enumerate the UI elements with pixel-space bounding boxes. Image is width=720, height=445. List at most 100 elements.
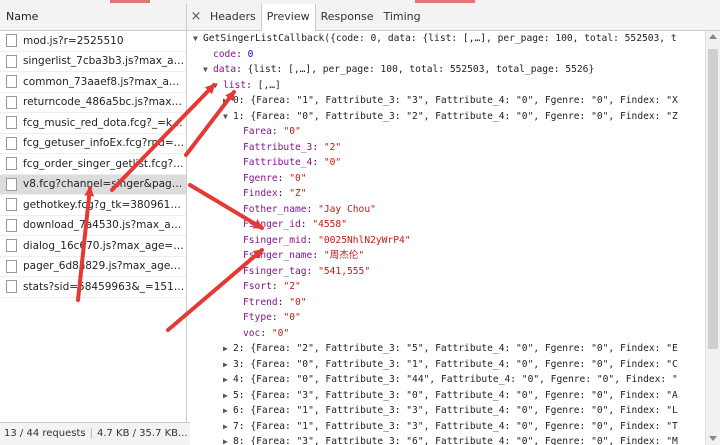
request-row[interactable]: pager_6d8a829.js?max_age=3... <box>0 257 186 277</box>
request-row[interactable]: dialog_16c670.js?max_age=3... <box>0 236 186 257</box>
json-item-line[interactable]: ▶ 7: {Farea: "1", Fattribute_3: "3", Fatt… <box>187 419 705 435</box>
json-item: 0: {Farea: "1", Fattribute_3: "3", Fattr… <box>233 95 678 106</box>
expanded-triangle-icon[interactable]: ▼ <box>203 62 213 78</box>
scroll-up-icon[interactable] <box>709 34 717 39</box>
json-root-line[interactable]: ▼ GetSingerListCallback({code: 0, data: {… <box>187 31 705 47</box>
json-item: 1: {Farea: "0", Fattribute_3: "2", Fattr… <box>233 110 678 122</box>
file-icon <box>6 259 17 273</box>
json-item: 3: {Farea: "0", Fattribute_3: "1", Fattr… <box>233 358 678 370</box>
status-bar: 13 / 44 requests | 4.7 KB / 35.7 KB... <box>0 422 190 445</box>
json-key: Fsinger_name <box>243 250 313 261</box>
file-icon <box>6 177 17 191</box>
json-item-line[interactable]: ▶ 4: {Farea: "0", Fattribute_3: "44", Fat… <box>187 372 705 388</box>
collapsed-triangle-icon[interactable]: ▶ <box>223 434 233 445</box>
json-key: Fattribute_4 <box>243 157 313 168</box>
scrollbar-thumb[interactable] <box>708 49 718 349</box>
json-key: Fattribute_3 <box>243 141 313 153</box>
collapsed-triangle-icon[interactable]: ▶ <box>223 341 233 357</box>
json-field: voc: "0" <box>243 327 290 339</box>
file-icon <box>6 280 17 294</box>
transfer-size: 4.7 KB / 35.7 KB... <box>96 428 188 439</box>
json-item-line[interactable]: ▶ 2: {Farea: "2", Fattribute_3: "5", Fatt… <box>187 341 705 357</box>
json-item-line[interactable]: ▶ 0: {Farea: "1", Fattribute_3: "3", Fatt… <box>187 93 705 109</box>
request-row-selected[interactable]: v8.fcg?channel=singer&page=... <box>0 174 186 195</box>
request-name: singerlist_7cba3b3.js?max_age... <box>23 55 186 68</box>
tab-timing[interactable]: Timing <box>378 4 425 30</box>
request-row[interactable]: returncode_486a5bc.js?max_a... <box>0 93 186 113</box>
file-icon <box>6 116 17 130</box>
request-name: common_73aaef8.js?max_age... <box>23 75 186 88</box>
json-value: "0" <box>271 327 290 339</box>
json-value: "Jay Chou" <box>318 203 376 215</box>
json-field: Fother_name: "Jay Chou" <box>243 203 376 215</box>
name-column-header[interactable]: Name <box>0 4 186 31</box>
collapsed-triangle-icon[interactable]: ▶ <box>223 93 233 109</box>
expanded-triangle-icon[interactable]: ▼ <box>223 109 233 125</box>
request-row[interactable]: stats?sid=58459963&_=15153... <box>0 277 186 298</box>
close-icon[interactable]: × <box>187 4 205 30</box>
json-field-group: Farea: "0" Fattribute_3: "2" Fattribute_… <box>187 124 705 341</box>
json-value: "周杰伦" <box>323 250 365 261</box>
request-row[interactable]: fcg_order_singer_getlist.fcg?ut... <box>0 154 186 175</box>
request-name: gethotkey.fcg?g_tk=38096105... <box>23 198 186 211</box>
request-row[interactable]: download_7a4530.js?max_ag... <box>0 216 186 236</box>
request-row[interactable]: common_73aaef8.js?max_age... <box>0 72 186 93</box>
json-root: GetSingerListCallback({code: 0, data: {l… <box>203 33 677 44</box>
json-data-line[interactable]: ▼ data: {list: [,…], per_page: 100, total… <box>187 62 705 78</box>
expanded-triangle-icon[interactable]: ▼ <box>193 31 203 47</box>
json-item-line[interactable]: ▶ 5: {Farea: "3", Fattribute_3: "0", Fatt… <box>187 388 705 404</box>
detail-tabbar: × Headers Preview Response Timing <box>187 4 720 31</box>
request-row[interactable]: singerlist_7cba3b3.js?max_age... <box>0 52 186 72</box>
tab-response[interactable]: Response <box>316 4 379 30</box>
json-key: Farea <box>243 126 272 137</box>
json-item-line[interactable]: ▼ 1: {Farea: "0", Fattribute_3: "2", Fatt… <box>187 109 705 125</box>
json-key: Fsort <box>243 281 272 292</box>
request-row[interactable]: fcg_music_red_dota.fcg?_=k=... <box>0 113 186 134</box>
json-item: 8: {Farea: "3", Fattribute_3: "6", Fattr… <box>233 436 678 445</box>
json-value: "Z" <box>289 188 307 199</box>
file-icon <box>6 218 17 232</box>
request-name: returncode_486a5bc.js?max_a... <box>23 96 186 109</box>
json-field: Ftype: "0" <box>243 312 301 323</box>
vertical-scrollbar[interactable] <box>705 31 720 445</box>
json-key: Findex <box>243 188 278 199</box>
collapsed-triangle-icon[interactable]: ▶ <box>223 372 233 388</box>
json-key: data <box>213 64 237 75</box>
json-key: Fgenre <box>243 172 278 184</box>
collapsed-triangle-icon[interactable]: ▶ <box>223 419 233 435</box>
json-field: Fsinger_mid: "0025NhlN2yWrP4" <box>243 234 411 246</box>
file-icon <box>6 54 17 68</box>
json-value: "0" <box>283 312 301 323</box>
json-key: list <box>223 79 247 91</box>
json-item-line[interactable]: ▶ 6: {Farea: "1", Fattribute_3: "3", Fatt… <box>187 403 705 419</box>
json-item: 5: {Farea: "3", Fattribute_3: "0", Fattr… <box>233 389 678 401</box>
request-name: fcg_music_red_dota.fcg?_=k=... <box>23 116 186 129</box>
file-icon <box>6 239 17 253</box>
tab-headers[interactable]: Headers <box>205 4 261 30</box>
expanded-triangle-icon[interactable]: ▼ <box>213 78 223 94</box>
json-value: "0" <box>283 126 301 137</box>
request-count: 13 / 44 requests <box>4 428 86 439</box>
json-item: 4: {Farea: "0", Fattribute_3: "44", Fatt… <box>233 374 678 385</box>
json-item-line[interactable]: ▶ 3: {Farea: "0", Fattribute_3: "1", Fatt… <box>187 357 705 373</box>
request-row[interactable]: fcg_getuser_infoEx.fcg?rnd=25... <box>0 134 186 154</box>
tab-preview[interactable]: Preview <box>260 4 316 31</box>
json-item-line[interactable]: ▶ 8: {Farea: "3", Fattribute_3: "6", Fatt… <box>187 434 705 445</box>
timeline-marker <box>110 0 150 3</box>
collapsed-triangle-icon[interactable]: ▶ <box>223 388 233 404</box>
scroll-down-icon[interactable] <box>709 436 717 441</box>
collapsed-triangle-icon[interactable]: ▶ <box>223 403 233 419</box>
file-icon <box>6 95 17 109</box>
json-key: Fsinger_tag <box>243 265 307 277</box>
json-value: "0" <box>289 296 307 308</box>
collapsed-triangle-icon[interactable]: ▶ <box>223 357 233 373</box>
json-key: Ftrend <box>243 296 278 308</box>
request-name: stats?sid=58459963&_=15153... <box>23 280 186 293</box>
request-name: fcg_order_singer_getlist.fcg?ut... <box>23 157 186 170</box>
file-icon <box>6 198 17 212</box>
request-row[interactable]: gethotkey.fcg?g_tk=38096105... <box>0 195 186 216</box>
json-list-line[interactable]: ▼ list: [,…] <box>187 78 705 94</box>
request-name: fcg_getuser_infoEx.fcg?rnd=25... <box>23 137 186 150</box>
request-row[interactable]: mod.js?r=2525510 <box>0 31 186 52</box>
json-key: voc <box>243 327 261 339</box>
